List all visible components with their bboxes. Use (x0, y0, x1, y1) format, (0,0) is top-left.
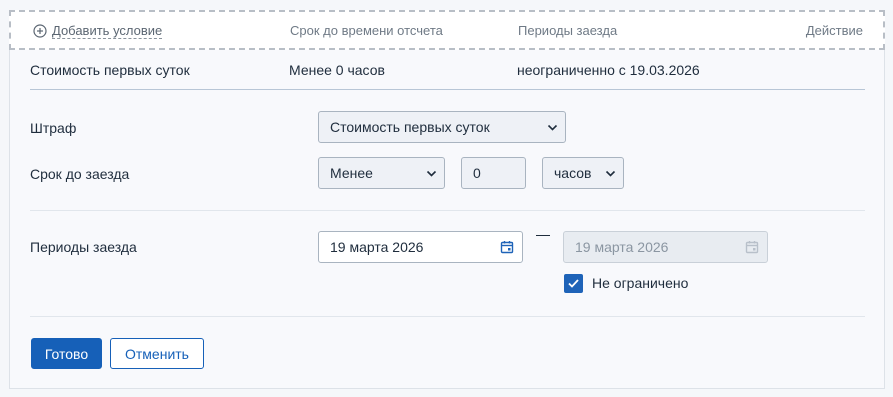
date-from-value: 19 марта 2026 (330, 239, 424, 255)
periods-label: Периоды заезда (30, 239, 137, 255)
date-range-dash (536, 235, 550, 236)
term-amount-input[interactable]: 0 (461, 157, 526, 189)
term-operator-value: Менее (330, 165, 373, 181)
summary-penalty: Стоимость первых суток (30, 62, 190, 78)
date-to-value: 19 марта 2026 (575, 239, 669, 255)
penalty-select[interactable]: Стоимость первых суток (318, 111, 566, 143)
checkmark-icon (568, 279, 579, 288)
term-label: Срок до заезда (30, 166, 130, 182)
column-header-action: Действие (805, 23, 863, 38)
penalty-label: Штраф (30, 120, 77, 136)
penalty-select-value: Стоимость первых суток (330, 119, 490, 135)
date-to-input: 19 марта 2026 (563, 231, 768, 263)
term-unit-select[interactable]: часов (542, 157, 624, 189)
cancel-button[interactable]: Отменить (110, 338, 204, 369)
buttons-divider (30, 316, 865, 317)
term-operator-select[interactable]: Менее (318, 157, 445, 189)
condition-summary-row: Стоимость первых суток Менее 0 часов нео… (10, 50, 884, 90)
calendar-icon (745, 241, 759, 254)
term-unit-value: часов (554, 165, 592, 181)
form-divider (30, 210, 865, 211)
summary-divider (30, 89, 865, 90)
unlimited-label[interactable]: Не ограничено (592, 275, 688, 291)
column-header-periods: Периоды заезда (518, 23, 618, 38)
term-amount-value: 0 (473, 165, 481, 181)
chevron-down-icon (547, 124, 558, 131)
done-button[interactable]: Готово (31, 338, 102, 369)
chevron-down-icon (426, 170, 437, 177)
plus-circle-icon (33, 24, 47, 38)
unlimited-checkbox[interactable] (564, 274, 583, 293)
summary-period: неограниченно с 19.03.2026 (517, 62, 700, 78)
add-condition-link[interactable]: Добавить условие (33, 23, 163, 39)
condition-edit-panel: Стоимость первых суток Менее 0 часов нео… (9, 50, 885, 389)
summary-term: Менее 0 часов (289, 62, 385, 78)
column-header-term: Срок до времени отсчета (290, 23, 443, 38)
conditions-table-header: Добавить условие Срок до времени отсчета… (9, 10, 885, 50)
add-condition-label[interactable]: Добавить условие (52, 23, 163, 39)
chevron-down-icon (605, 170, 616, 177)
calendar-icon[interactable] (500, 240, 514, 254)
date-from-input[interactable]: 19 марта 2026 (318, 231, 523, 263)
